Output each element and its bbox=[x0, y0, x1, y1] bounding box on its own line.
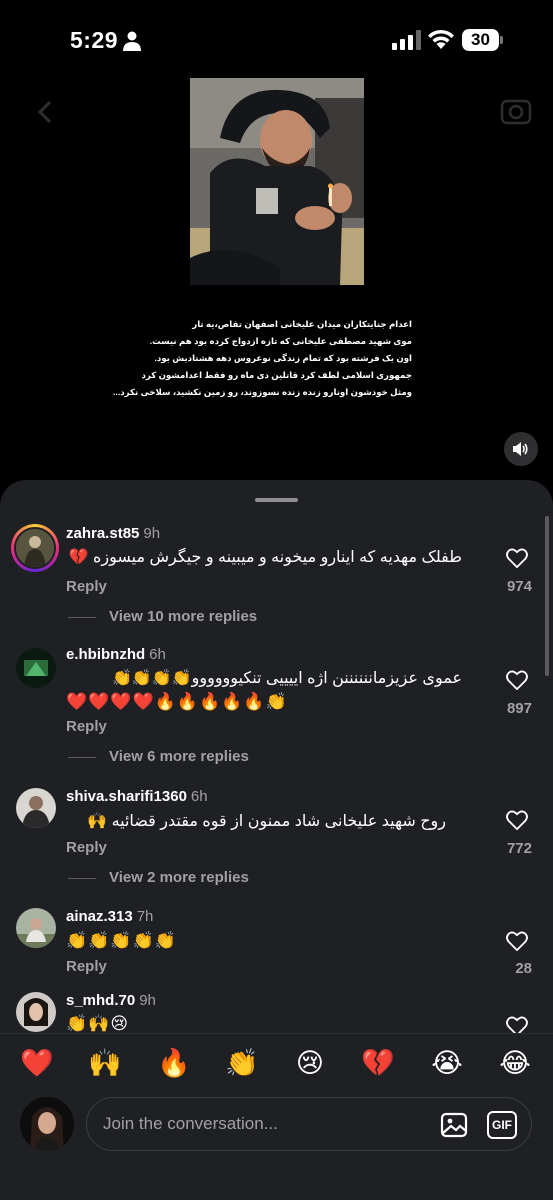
wifi-icon bbox=[428, 29, 454, 49]
comment-text: روح شهید علیخانی شاد ممنون از قوه مقتدر … bbox=[87, 813, 446, 830]
scrollbar[interactable] bbox=[545, 516, 549, 676]
comment-input[interactable]: Join the conversation... GIF bbox=[86, 1097, 532, 1151]
reaction-raised-hands[interactable]: 🙌 bbox=[87, 1046, 123, 1080]
comment-header: e.hbibnzhd 6h bbox=[66, 646, 166, 663]
avatar[interactable] bbox=[11, 524, 59, 572]
my-avatar bbox=[20, 1097, 74, 1151]
view-replies-label: View 10 more replies bbox=[109, 608, 258, 625]
reaction-heart[interactable]: ❤️ bbox=[19, 1046, 55, 1080]
reply-button[interactable]: Reply bbox=[66, 578, 107, 595]
comment-time: 9h bbox=[143, 525, 161, 542]
reaction-fire[interactable]: 🔥 bbox=[156, 1046, 192, 1080]
reply-button[interactable]: Reply bbox=[66, 839, 107, 856]
back-arrow-icon[interactable] bbox=[32, 98, 60, 126]
caption-line: اون یک فرشته بود که تمام زندگی نوعروس ده… bbox=[154, 353, 413, 363]
reaction-sad[interactable]: 😢 bbox=[292, 1046, 328, 1080]
sheet-grabber[interactable] bbox=[255, 498, 298, 502]
battery-indicator: 30 bbox=[462, 29, 504, 51]
reaction-laughing[interactable]: 😂 bbox=[497, 1046, 533, 1080]
view-replies-label: View 2 more replies bbox=[109, 869, 249, 886]
comment-username[interactable]: shiva.sharifi1360 bbox=[66, 788, 187, 805]
man-with-candle-image bbox=[190, 78, 364, 285]
post-caption: اعدام جنایتکاران میدان علیخانی اصفهان تق… bbox=[113, 316, 413, 401]
comment-input-placeholder: Join the conversation... bbox=[103, 1114, 278, 1133]
comment-header: ainaz.313 7h bbox=[66, 908, 153, 925]
comment-time: 9h bbox=[139, 992, 156, 1009]
comment-text: طفلک مهدیه که اینارو میخونه و میبینه و ج… bbox=[68, 549, 462, 566]
like-count: 772 bbox=[506, 840, 532, 857]
person-icon bbox=[123, 31, 141, 51]
comment-emoji-line: ❤️❤️❤️❤️🔥🔥🔥🔥🔥👏 bbox=[66, 692, 288, 711]
like-heart-icon[interactable] bbox=[506, 670, 528, 690]
reaction-clap[interactable]: 👏 bbox=[224, 1046, 260, 1080]
avatar[interactable] bbox=[16, 908, 56, 948]
comment-composer: Join the conversation... GIF bbox=[0, 1095, 553, 1200]
view-replies-button[interactable]: View 2 more replies bbox=[68, 869, 249, 886]
like-count: 897 bbox=[506, 700, 532, 717]
status-bar: 5:29 30 bbox=[0, 0, 553, 78]
reply-button[interactable]: Reply bbox=[66, 958, 107, 975]
comment-username[interactable]: ainaz.313 bbox=[66, 908, 133, 925]
cellular-signal-icon bbox=[392, 30, 421, 50]
comment-time: 6h bbox=[190, 788, 208, 805]
comment-header: zahra.st85 9h bbox=[66, 525, 160, 542]
reaction-broken-heart[interactable]: 💔 bbox=[360, 1046, 396, 1080]
comment-header: s_mhd.70 9h bbox=[66, 992, 156, 1009]
view-replies-button[interactable]: View 10 more replies bbox=[68, 608, 257, 625]
comment-time: 7h bbox=[136, 908, 154, 925]
view-replies-label: View 6 more replies bbox=[109, 748, 249, 765]
reaction-crying[interactable]: 😭 bbox=[429, 1046, 465, 1080]
avatar[interactable] bbox=[16, 648, 56, 688]
comment-emoji-line: 👏👏👏👏👏 bbox=[66, 931, 177, 950]
comment-username[interactable]: zahra.st85 bbox=[66, 525, 139, 542]
avatar[interactable] bbox=[16, 992, 56, 1032]
camera-icon[interactable] bbox=[500, 95, 532, 125]
comment-username[interactable]: s_mhd.70 bbox=[66, 992, 135, 1009]
caption-line: موی شهید مصطفی علیخانی که تازه ازدواج کر… bbox=[149, 336, 412, 346]
battery-level: 30 bbox=[462, 29, 499, 51]
like-heart-icon[interactable] bbox=[506, 931, 528, 951]
speaker-icon bbox=[513, 442, 528, 456]
battery-tip bbox=[500, 36, 503, 44]
sound-toggle-button[interactable] bbox=[504, 432, 538, 466]
gif-button[interactable]: GIF bbox=[487, 1111, 517, 1139]
image-icon[interactable] bbox=[440, 1111, 468, 1139]
post-photo[interactable] bbox=[190, 78, 364, 285]
caption-line: ومثل خودشون اونارو زنده زنده نسوزوند، رو… bbox=[113, 387, 412, 397]
like-count: 28 bbox=[515, 960, 532, 977]
comment-username[interactable]: e.hbibnzhd bbox=[66, 646, 145, 663]
comment-text: عموی عزیزماننننننن اژه اییییی تنکیوووووو… bbox=[111, 670, 462, 687]
like-heart-icon[interactable] bbox=[506, 548, 528, 568]
caption-line: جمهوری اسلامی لطف کرد قاتلین دی ماه رو ف… bbox=[141, 370, 412, 380]
status-time: 5:29 bbox=[70, 27, 119, 53]
caption-line: اعدام جنایتکاران میدان علیخانی اصفهان تق… bbox=[192, 319, 412, 329]
avatar[interactable] bbox=[16, 788, 56, 828]
quick-reactions-bar: ❤️ 🙌 🔥 👏 😢 💔 😭 😂 bbox=[0, 1033, 553, 1095]
like-heart-icon[interactable] bbox=[506, 810, 528, 830]
comment-time: 6h bbox=[149, 646, 166, 663]
comment-header: shiva.sharifi1360 6h bbox=[66, 788, 208, 805]
like-count: 974 bbox=[506, 578, 532, 595]
view-replies-button[interactable]: View 6 more replies bbox=[68, 748, 249, 765]
reply-button[interactable]: Reply bbox=[66, 718, 107, 735]
